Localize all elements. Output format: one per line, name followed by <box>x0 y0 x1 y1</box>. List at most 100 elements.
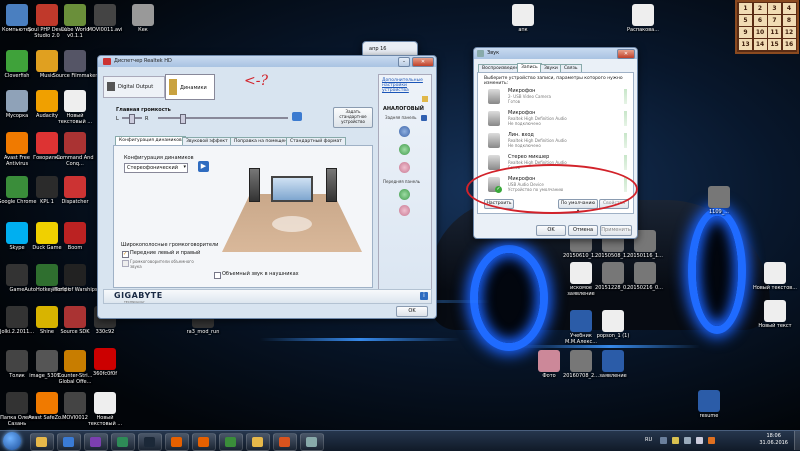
desktop-icon[interactable]: Dispatcher <box>52 176 98 205</box>
puzzle-tile[interactable]: 8 <box>782 15 796 26</box>
desktop-icon-label: World of Warships <box>52 287 98 293</box>
apply-button[interactable]: Применить <box>600 225 632 236</box>
desktop-icon[interactable]: Новый текстовый ... <box>82 392 128 427</box>
desktop-icon[interactable]: апк <box>500 4 546 33</box>
desktop-icon-glyph <box>64 222 86 244</box>
desktop-icon[interactable]: Новый текстовый ... <box>52 90 98 125</box>
tray-shield-icon[interactable] <box>708 437 715 444</box>
tray-flag-icon[interactable] <box>672 437 679 444</box>
desktop-icon[interactable]: Новый текстов... <box>752 262 798 291</box>
puzzle-tile[interactable]: 9 <box>739 27 752 38</box>
puzzle-tile[interactable]: 5 <box>739 15 752 26</box>
desktop-icon[interactable]: Кек <box>120 4 166 33</box>
jack-blue-icon[interactable] <box>399 126 410 137</box>
puzzle-tile[interactable]: 7 <box>768 15 781 26</box>
desktop-icon[interactable]: Распакова... <box>620 4 666 33</box>
desktop-icon-label: Новый текстов... <box>753 285 797 291</box>
realtek-window[interactable]: Диспетчер Realtek HD – ✕ Digital Output … <box>97 55 437 319</box>
device-row[interactable]: Микрофон Realtek High Definition Audio Не … <box>484 109 629 129</box>
desktop-icon[interactable]: popson_1 (1) <box>590 310 636 339</box>
puzzle-tile[interactable]: 11 <box>768 27 781 38</box>
desktop-icon[interactable]: Новый текст <box>752 300 798 329</box>
ok-button[interactable]: OK <box>536 225 566 236</box>
microphone-icon <box>488 89 500 104</box>
front-checkbox[interactable]: ✓ <box>122 251 129 258</box>
device-tab-speakers[interactable]: Динамики <box>165 74 215 100</box>
taskbar-app-firefox2[interactable] <box>192 433 216 451</box>
taskbar-app-folder[interactable] <box>246 433 270 451</box>
play-test-button[interactable]: ▶ <box>198 161 209 172</box>
close-button[interactable]: ✕ <box>617 49 635 59</box>
puzzle-tile[interactable]: 2 <box>753 3 767 14</box>
advanced-settings-link[interactable]: Дополнительные настройки устройства <box>382 78 426 93</box>
tray-volume-icon[interactable] <box>696 437 703 444</box>
puzzle-tile[interactable]: 12 <box>782 27 796 38</box>
start-button[interactable] <box>3 432 21 450</box>
volume-speaker-icon[interactable] <box>292 112 302 121</box>
tray-network-icon[interactable] <box>684 437 691 444</box>
puzzle-gadget[interactable]: 1 2 3 4 5 6 7 8 9 10 11 12 13 14 15 16 <box>735 0 799 54</box>
taskbar-app-steam[interactable] <box>138 433 162 451</box>
device-row[interactable]: Микрофон 2- USB Video Camera Готов <box>484 87 629 107</box>
desktop-icon[interactable]: World of Warships <box>52 264 98 293</box>
volume-slider-thumb[interactable] <box>180 114 186 124</box>
taskbar-app-vs[interactable] <box>84 433 108 451</box>
desktop-icon[interactable]: Source Filmmaker <box>52 50 98 79</box>
front-jack-green-icon[interactable] <box>399 189 410 200</box>
desktop-icon[interactable]: Boom <box>52 222 98 251</box>
jack-pink-icon[interactable] <box>399 162 410 173</box>
surround-checkbox[interactable] <box>122 260 129 267</box>
taskbar-app-explorer[interactable] <box>30 433 54 451</box>
desktop-icon[interactable]: resume <box>686 390 732 419</box>
desktop-icon[interactable]: 1109_... <box>696 186 742 215</box>
device-row[interactable]: Лин. вход Realtek High Definition Audio Не… <box>484 131 629 151</box>
desktop-icon[interactable]: 20150216_0... <box>622 262 668 291</box>
desktop-icon[interactable]: заявление <box>590 350 636 379</box>
taskbar-app-chrome[interactable] <box>219 433 243 451</box>
realtek-titlebar[interactable]: Диспетчер Realtek HD – ✕ <box>98 56 436 67</box>
taskbar-app-firefox[interactable] <box>165 433 189 451</box>
puzzle-tile[interactable]: 15 <box>768 39 781 50</box>
puzzle-tile[interactable]: 13 <box>739 39 752 50</box>
desktop-icon-label: Распакова... <box>626 27 660 33</box>
info-icon[interactable]: i <box>420 292 428 300</box>
puzzle-tile[interactable]: 14 <box>753 39 767 50</box>
puzzle-tile[interactable]: 10 <box>753 27 767 38</box>
taskbar-app-shield[interactable] <box>300 433 324 451</box>
front-jack-pink-icon[interactable] <box>399 205 410 216</box>
tab-label: Стандартный формат <box>290 139 342 144</box>
puzzle-tile[interactable]: 4 <box>782 3 796 14</box>
folder-settings-icon[interactable] <box>422 96 428 102</box>
desktop-icon[interactable]: Command And Conq... <box>52 132 98 167</box>
desktop-icon[interactable]: 360fc0f0f <box>82 348 128 377</box>
puzzle-tile[interactable]: 1 <box>739 3 752 14</box>
desktop-icon-label: 360fc0f0f <box>93 371 117 377</box>
ok-button[interactable]: OK <box>396 306 428 317</box>
taskbar-app-tiles[interactable] <box>111 433 135 451</box>
left-speaker-icon[interactable] <box>249 168 260 202</box>
puzzle-tile[interactable]: 3 <box>768 3 781 14</box>
puzzle-tile[interactable]: 6 <box>753 15 767 26</box>
show-desktop-button[interactable] <box>794 431 800 450</box>
balance-slider[interactable] <box>122 114 142 124</box>
tab-label: Звуки <box>544 66 558 71</box>
cancel-button[interactable]: Отмена <box>568 225 598 236</box>
taskbar-app-media[interactable] <box>57 433 81 451</box>
balance-slider-thumb[interactable] <box>129 114 135 124</box>
jack-green-icon[interactable] <box>399 144 410 155</box>
set-default-device-button[interactable]: Задать стандартное устройство <box>333 107 373 128</box>
volume-slider[interactable] <box>158 114 288 124</box>
close-button[interactable]: ✕ <box>412 57 434 67</box>
taskbar-app-matlab[interactable] <box>273 433 297 451</box>
headphones-checkbox[interactable] <box>214 272 221 279</box>
minimize-button[interactable]: – <box>398 57 410 67</box>
right-speaker-icon[interactable] <box>326 168 337 202</box>
config-select[interactable]: Стереофонический ▾ <box>124 163 188 173</box>
device-tab-digital-output[interactable]: Digital Output <box>103 76 165 98</box>
sound-titlebar[interactable]: Звук ✕ <box>474 48 637 59</box>
tray-arrow-icon[interactable] <box>660 437 667 444</box>
settings-icon[interactable] <box>421 115 427 121</box>
clock[interactable]: 18:06 31.06.2016 <box>759 433 788 447</box>
puzzle-tile[interactable]: 16 <box>782 39 796 50</box>
language-indicator[interactable]: RU <box>645 437 652 443</box>
